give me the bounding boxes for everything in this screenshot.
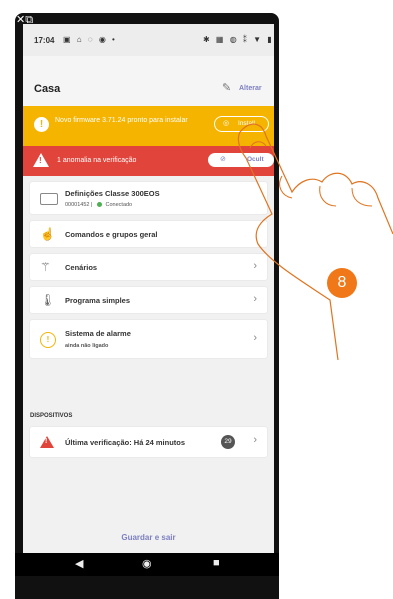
step-number-badge: 8 (327, 268, 357, 298)
pointing-hand-illustration (237, 123, 393, 361)
